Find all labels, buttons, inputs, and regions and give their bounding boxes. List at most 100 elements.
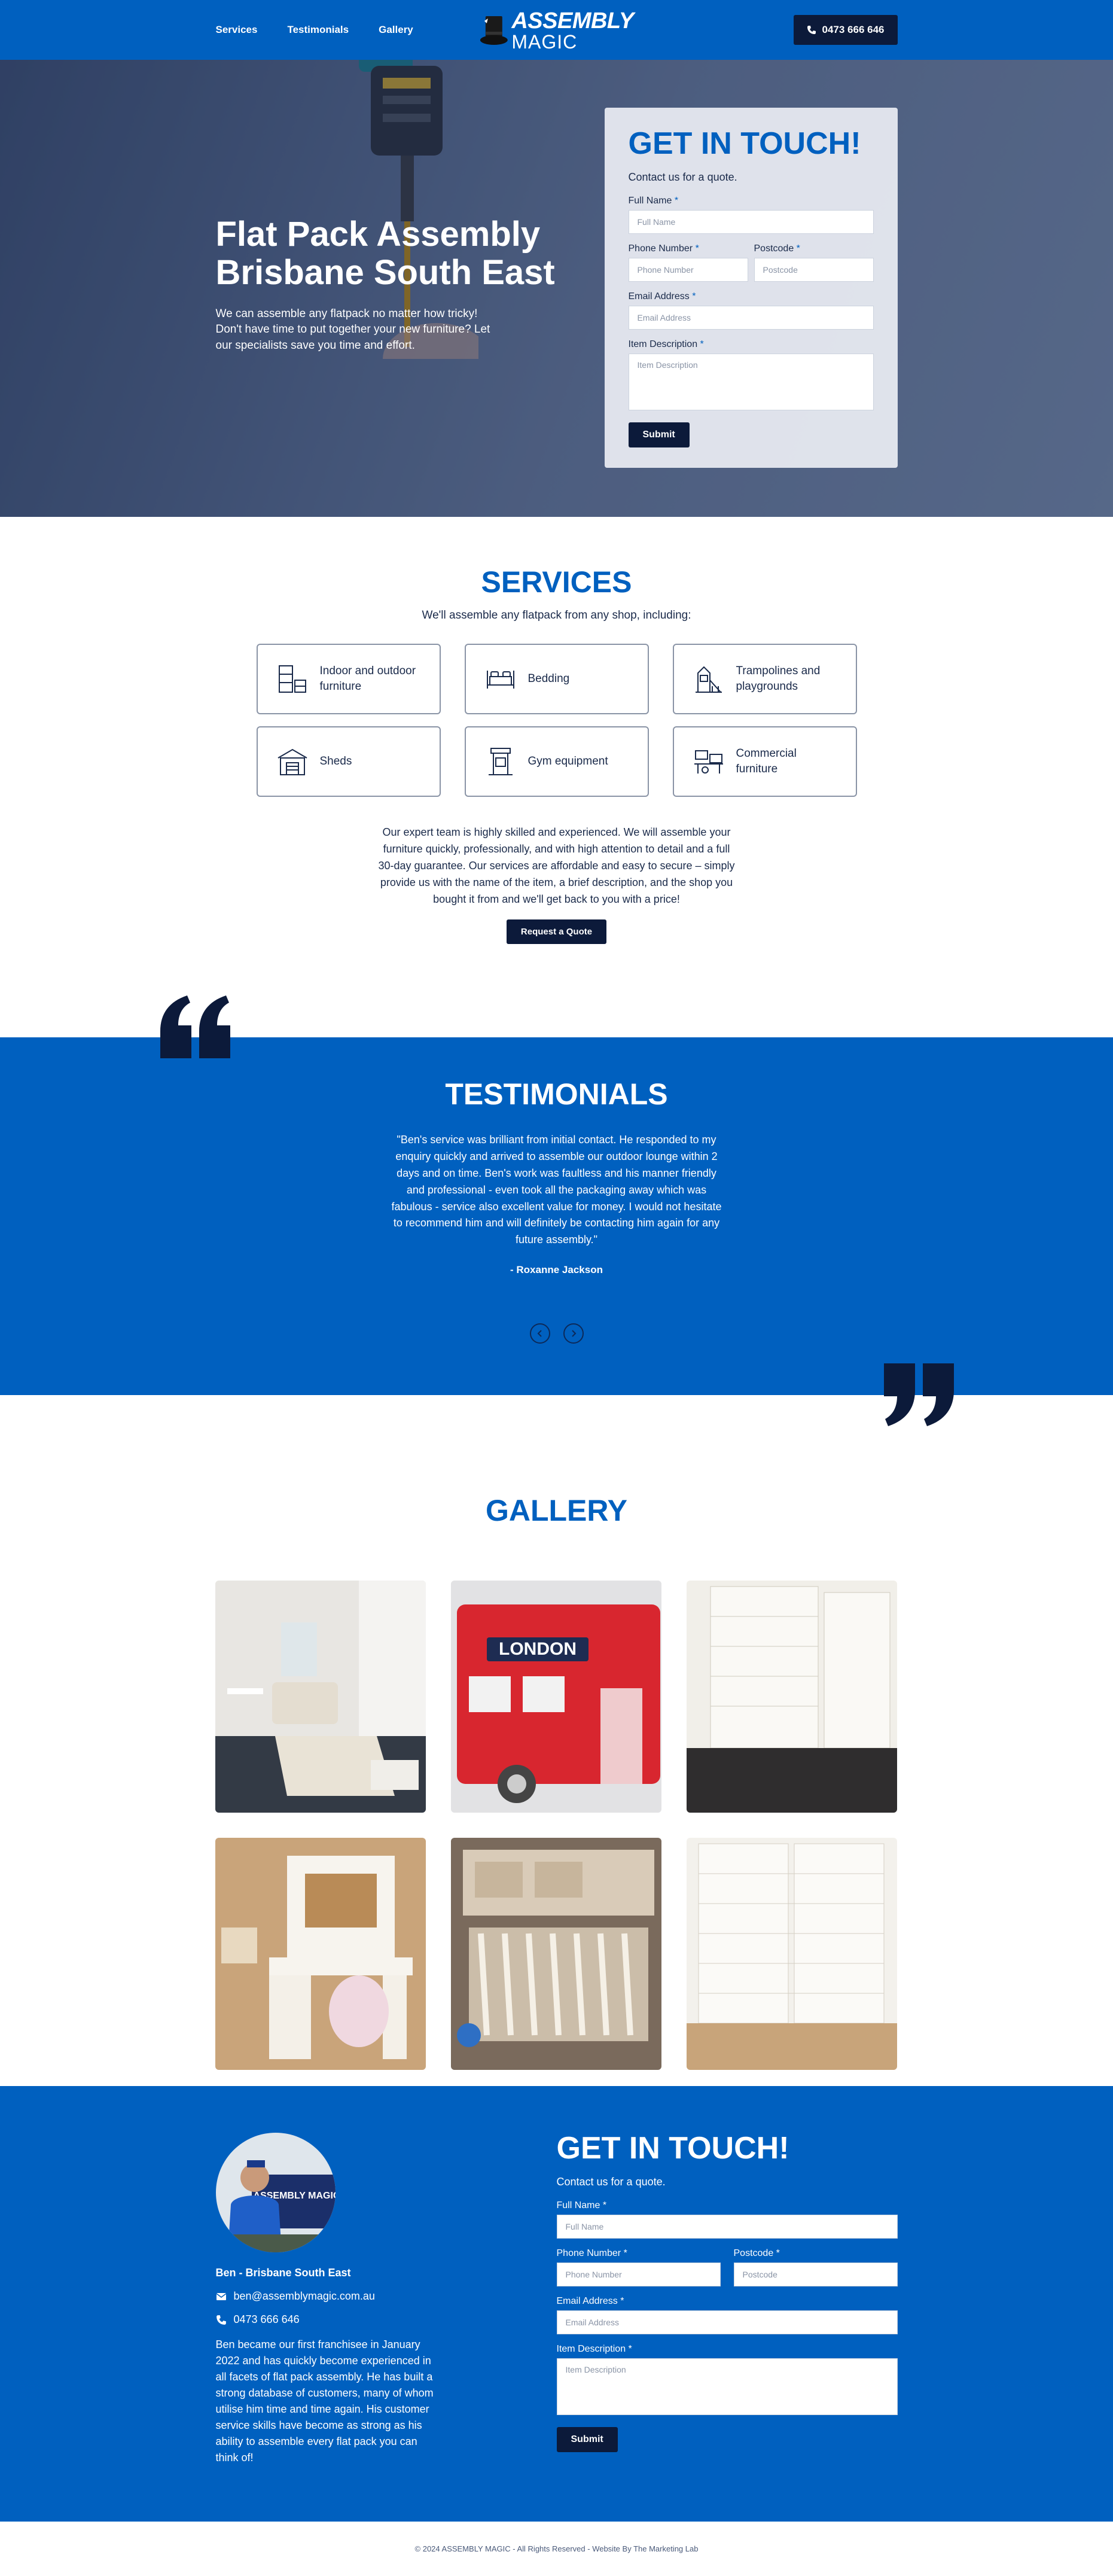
logo[interactable]: ASSEMBLY MAGIC (479, 8, 634, 51)
gym-icon (488, 748, 513, 775)
postcode-input[interactable]: Postcode (754, 258, 874, 282)
main-nav: Services Testimonials Gallery (216, 24, 413, 36)
services-body: Our expert team is highly skilled and ex… (378, 826, 735, 905)
franchisee-profile: ASSEMBLY MAGIC Ben - Brisbane South East… (215, 2133, 443, 2466)
playground-icon (695, 666, 722, 693)
services-section: SERVICES We'll assemble any flatpack fro… (0, 517, 1113, 1037)
chevron-left-icon (537, 1330, 542, 1337)
phone-postcode-row: Phone Number * Phone Number Postcode * P… (628, 243, 874, 291)
nav-gallery[interactable]: Gallery (379, 24, 413, 36)
full-name-input[interactable]: Full Name (628, 210, 874, 234)
testimonials-band: TESTIMONIALS "Ben's service was brillian… (0, 995, 1113, 1426)
contact-submit-button[interactable]: Submit (556, 2427, 618, 2452)
contact-phone-input[interactable]: Phone Number (556, 2263, 721, 2286)
phone-label: Phone Number * (556, 2248, 627, 2258)
service-card-bedding: Bedding (464, 644, 649, 714)
contact-section: ASSEMBLY MAGIC Ben - Brisbane South East… (0, 2086, 1113, 2522)
bed-icon (486, 671, 514, 689)
close-quote-icon (884, 1363, 954, 1426)
phone-icon (807, 26, 816, 34)
phone-icon (216, 2315, 226, 2325)
bus-bed-photo: LONDON (451, 1581, 661, 1813)
bed-frame-photo (451, 1838, 661, 2070)
full-name-label: Full Name * (628, 196, 679, 206)
hero-submit-button[interactable]: Submit (628, 422, 690, 447)
shed-icon (277, 748, 307, 775)
open-quote-icon (160, 995, 230, 1058)
gallery-photo-bed-frame[interactable] (451, 1838, 661, 2070)
service-card-commercial: Commercial furniture (672, 726, 857, 797)
contact-form-subtitle: Contact us for a quote. (556, 2176, 666, 2188)
hero-title-line1: Flat Pack Assembly (215, 215, 541, 254)
gallery-photo-shelving[interactable] (687, 1838, 897, 2070)
service-card-playgrounds: Trampolines and playgrounds (672, 644, 857, 714)
next-testimonial-button[interactable] (563, 1323, 584, 1344)
contact-full-name-input[interactable]: Full Name (556, 2215, 898, 2239)
franchisee-name: Ben - Brisbane South East (215, 2267, 351, 2279)
service-label: Commercial furniture (736, 747, 797, 775)
logo-line1: ASSEMBLY (511, 8, 634, 34)
shelving-photo (687, 1838, 897, 2070)
service-grid: Indoor and outdoor furniture Bedding Tra… (256, 644, 857, 797)
service-card-furniture: Indoor and outdoor furniture (256, 644, 441, 714)
copyright-text: © 2024 ASSEMBLY MAGIC - All Rights Reser… (414, 2544, 699, 2553)
nav-testimonials[interactable]: Testimonials (287, 24, 349, 36)
contact-item-description-textarea[interactable]: Item Description (556, 2358, 898, 2415)
wardrobe-photo (687, 1581, 897, 1813)
service-label: Trampolines and playgrounds (736, 665, 821, 693)
gallery-title: GALLERY (485, 1494, 628, 1527)
email-input[interactable]: Email Address (628, 306, 874, 330)
item-label: Item Description * (556, 2344, 632, 2354)
contact-quote-form: GET IN TOUCH! Contact us for a quote. Fu… (556, 2131, 898, 2452)
request-quote-button[interactable]: Request a Quote (506, 919, 607, 945)
hero-section: Flat Pack Assembly Brisbane South East W… (0, 0, 1113, 517)
nav-services[interactable]: Services (216, 24, 258, 36)
phone-input[interactable]: Phone Number (628, 258, 748, 282)
service-label: Bedding (527, 672, 570, 686)
copyright-bar: © 2024 ASSEMBLY MAGIC - All Rights Reser… (0, 2522, 1113, 2576)
gallery-photo-wardrobe[interactable] (687, 1581, 897, 1813)
service-label: Sheds (319, 755, 352, 768)
furniture-icon (278, 665, 306, 693)
header-phone-button[interactable]: 0473 666 646 (793, 15, 898, 45)
hero-quote-form: GET IN TOUCH! Contact us for a quote. Fu… (604, 108, 898, 468)
services-subtitle: We'll assemble any flatpack from any sho… (422, 609, 691, 622)
services-title: SERVICES (481, 565, 632, 599)
franchisee-phone[interactable]: 0473 666 646 (216, 2313, 443, 2326)
contact-postcode-input[interactable]: Postcode (733, 2263, 898, 2286)
gallery-photo-bus-bed[interactable]: LONDON (451, 1581, 661, 1813)
testimonial-arrows (529, 1323, 584, 1344)
bedroom-photo (215, 1581, 426, 1813)
full-name-label: Full Name * (556, 2200, 607, 2210)
header-phone-number: 0473 666 646 (822, 24, 885, 35)
service-label: Indoor and outdoor furniture (319, 665, 416, 693)
franchisee-email[interactable]: ben@assemblymagic.com.au (216, 2290, 443, 2303)
site-header: Services Testimonials Gallery ASSEMBLY M… (0, 0, 1113, 60)
form-title: GET IN TOUCH! (628, 126, 861, 161)
testimonial-quote: "Ben's service was brilliant from initia… (391, 1134, 722, 1246)
commercial-icon (694, 750, 723, 774)
gallery-photo-bedroom[interactable] (215, 1581, 426, 1813)
email-label: Email Address * (556, 2296, 624, 2306)
prev-testimonial-button[interactable] (529, 1323, 550, 1344)
gallery-grid: LONDON (215, 1581, 898, 2070)
contact-form-title: GET IN TOUCH! (556, 2131, 789, 2166)
testimonial-author: - Roxanne Jackson (510, 1264, 603, 1276)
mail-icon (216, 2292, 226, 2300)
service-label: Gym equipment (527, 755, 608, 768)
service-card-gym: Gym equipment (464, 726, 649, 797)
gallery-section: LONDON (0, 1581, 1113, 2070)
chevron-right-icon (571, 1330, 576, 1337)
logo-text: ASSEMBLY MAGIC (511, 8, 634, 51)
form-subtitle: Contact us for a quote. (628, 171, 737, 183)
hero-text: Flat Pack Assembly Brisbane South East W… (216, 215, 587, 354)
avatar: ASSEMBLY MAGIC (215, 2133, 336, 2252)
hero-title-line2: Brisbane South East (215, 252, 555, 292)
bus-sign-text: LONDON (499, 1639, 577, 1659)
franchisee-email-text: ben@assemblymagic.com.au (233, 2290, 375, 2302)
contact-phone-postcode-row: Phone Number * Phone Number Postcode * P… (556, 2248, 898, 2296)
franchisee-bio: Ben became our first franchisee in Janua… (215, 2339, 434, 2464)
item-description-textarea[interactable]: Item Description (628, 354, 874, 410)
gallery-photo-desk[interactable] (215, 1838, 426, 2070)
contact-email-input[interactable]: Email Address (556, 2310, 898, 2334)
